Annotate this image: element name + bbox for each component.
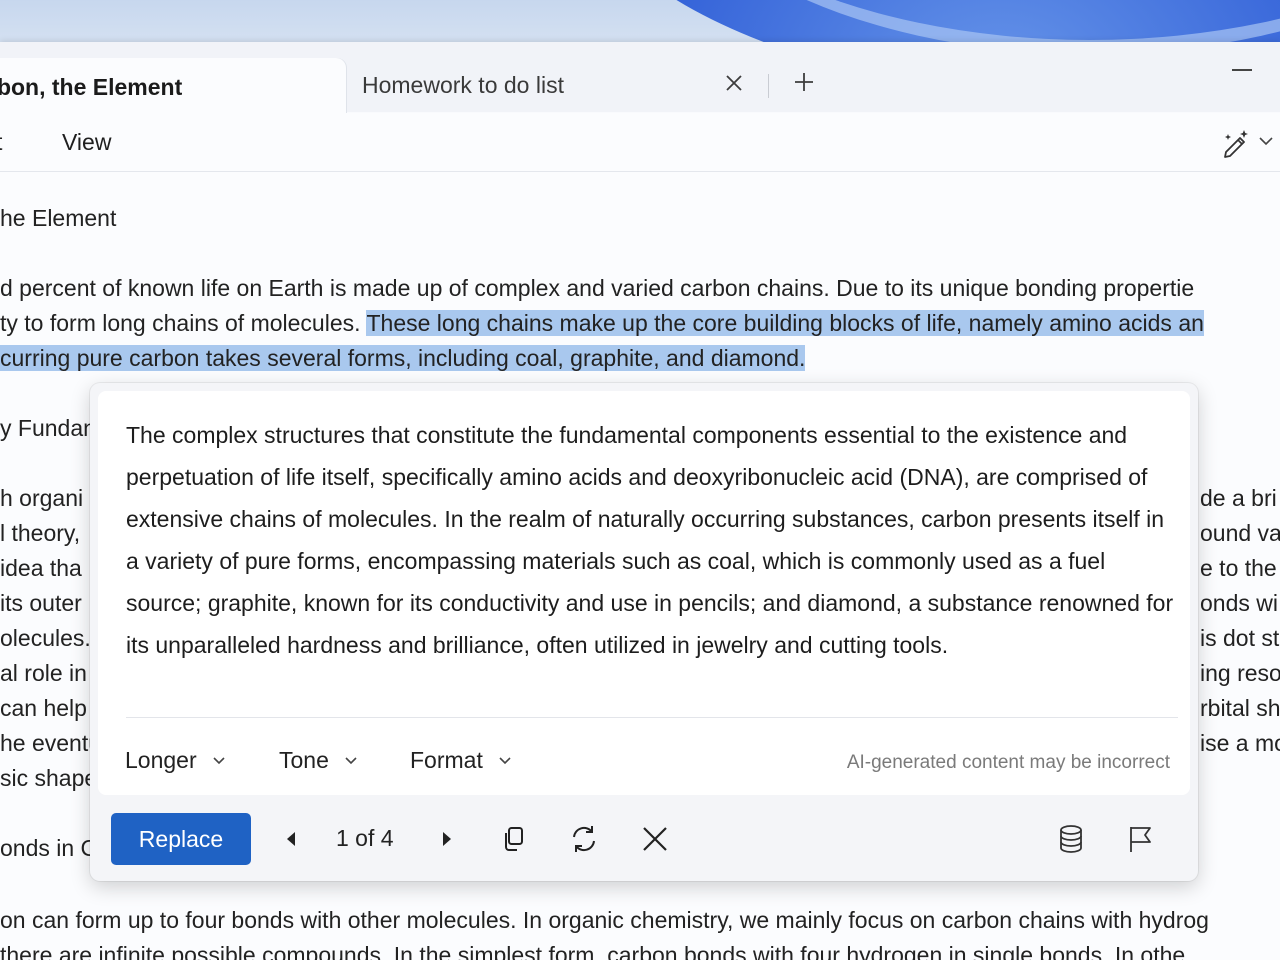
text-fragment: ise a mo (1200, 730, 1280, 756)
document-heading: he Element (0, 205, 117, 231)
format-label: Format (410, 747, 483, 773)
tab-separator (768, 74, 769, 98)
text-fragment: ound va (1200, 520, 1280, 546)
close-icon[interactable] (722, 72, 746, 96)
text-fragment: sic shape (0, 765, 98, 791)
tone-label: Tone (279, 747, 329, 773)
tab-active[interactable]: rbon, the Element (0, 58, 346, 113)
text-fragment: de a bri (1200, 485, 1277, 511)
suggestion-card: The complex structures that constitute t… (98, 391, 1190, 795)
text-fragment: ing reso (1200, 660, 1280, 686)
tab-active-title: rbon, the Element (0, 74, 183, 100)
chevron-down-icon[interactable] (1258, 133, 1274, 149)
text-fragment: y Fundan (0, 415, 96, 441)
text-fragment: l theory, (0, 520, 81, 546)
divider (126, 717, 1178, 718)
text-fragment: olecules. (0, 625, 91, 651)
chevron-down-icon (343, 748, 359, 775)
paragraph-line: on can form up to four bonds with other … (0, 907, 1209, 933)
text-fragment: its outer (0, 590, 82, 616)
close-icon[interactable] (639, 823, 671, 855)
replace-button[interactable]: Replace (111, 813, 251, 865)
text-fragment: e to the (1200, 555, 1277, 581)
selected-text: These long chains make up the core build… (366, 310, 1204, 336)
rewrite-pen-icon[interactable] (1220, 128, 1252, 158)
text-fragment: he eventu (0, 730, 102, 756)
format-dropdown[interactable]: Format (410, 747, 513, 775)
chevron-down-icon (497, 748, 513, 775)
regenerate-icon[interactable] (568, 823, 600, 855)
tab-homework-title[interactable]: Homework to do list (362, 72, 564, 99)
rewrite-suggestion-text: The complex structures that constitute t… (126, 422, 1174, 658)
text-fragment: onds in C (0, 835, 98, 861)
flag-icon[interactable] (1124, 823, 1156, 855)
paragraph-text: ty to form long chains of molecules. (0, 310, 367, 336)
tab-strip: rbon, the Element Homework to do list (0, 42, 1280, 113)
selected-text: curring pure carbon takes several forms,… (0, 345, 806, 371)
text-fragment: can help (0, 695, 87, 721)
plus-icon[interactable] (791, 70, 817, 96)
menu-edit[interactable]: t (0, 129, 2, 156)
text-fragment: is dot st (1200, 625, 1280, 651)
database-icon[interactable] (1055, 823, 1087, 855)
menu-view[interactable]: View (62, 129, 111, 156)
menu-bar: t View (0, 113, 1280, 172)
minimize-button[interactable] (1232, 69, 1252, 71)
text-fragment: rbital sh (1200, 695, 1280, 721)
rewrite-popup: The complex structures that constitute t… (90, 383, 1198, 881)
copy-icon[interactable] (498, 823, 530, 855)
previous-icon[interactable] (276, 823, 308, 855)
suggestion-pager: 1 of 4 (336, 825, 394, 851)
paragraph-line: there are infinite possible compounds. I… (0, 942, 1186, 960)
next-icon[interactable] (430, 823, 462, 855)
paragraph-line: curring pure carbon takes several forms,… (0, 344, 806, 372)
ai-disclaimer: AI-generated content may be incorrect (846, 752, 1170, 773)
tone-dropdown[interactable]: Tone (279, 747, 359, 775)
paragraph-line: ty to form long chains of molecules. The… (0, 309, 1204, 337)
text-fragment: onds wi (1200, 590, 1278, 616)
longer-label: Longer (125, 747, 197, 773)
text-fragment: h organi (0, 485, 84, 511)
longer-dropdown[interactable]: Longer (125, 747, 227, 775)
text-fragment: idea tha (0, 555, 82, 581)
text-fragment: al role in (0, 660, 87, 686)
chevron-down-icon (211, 748, 227, 775)
paragraph-line: d percent of known life on Earth is made… (0, 275, 1195, 301)
